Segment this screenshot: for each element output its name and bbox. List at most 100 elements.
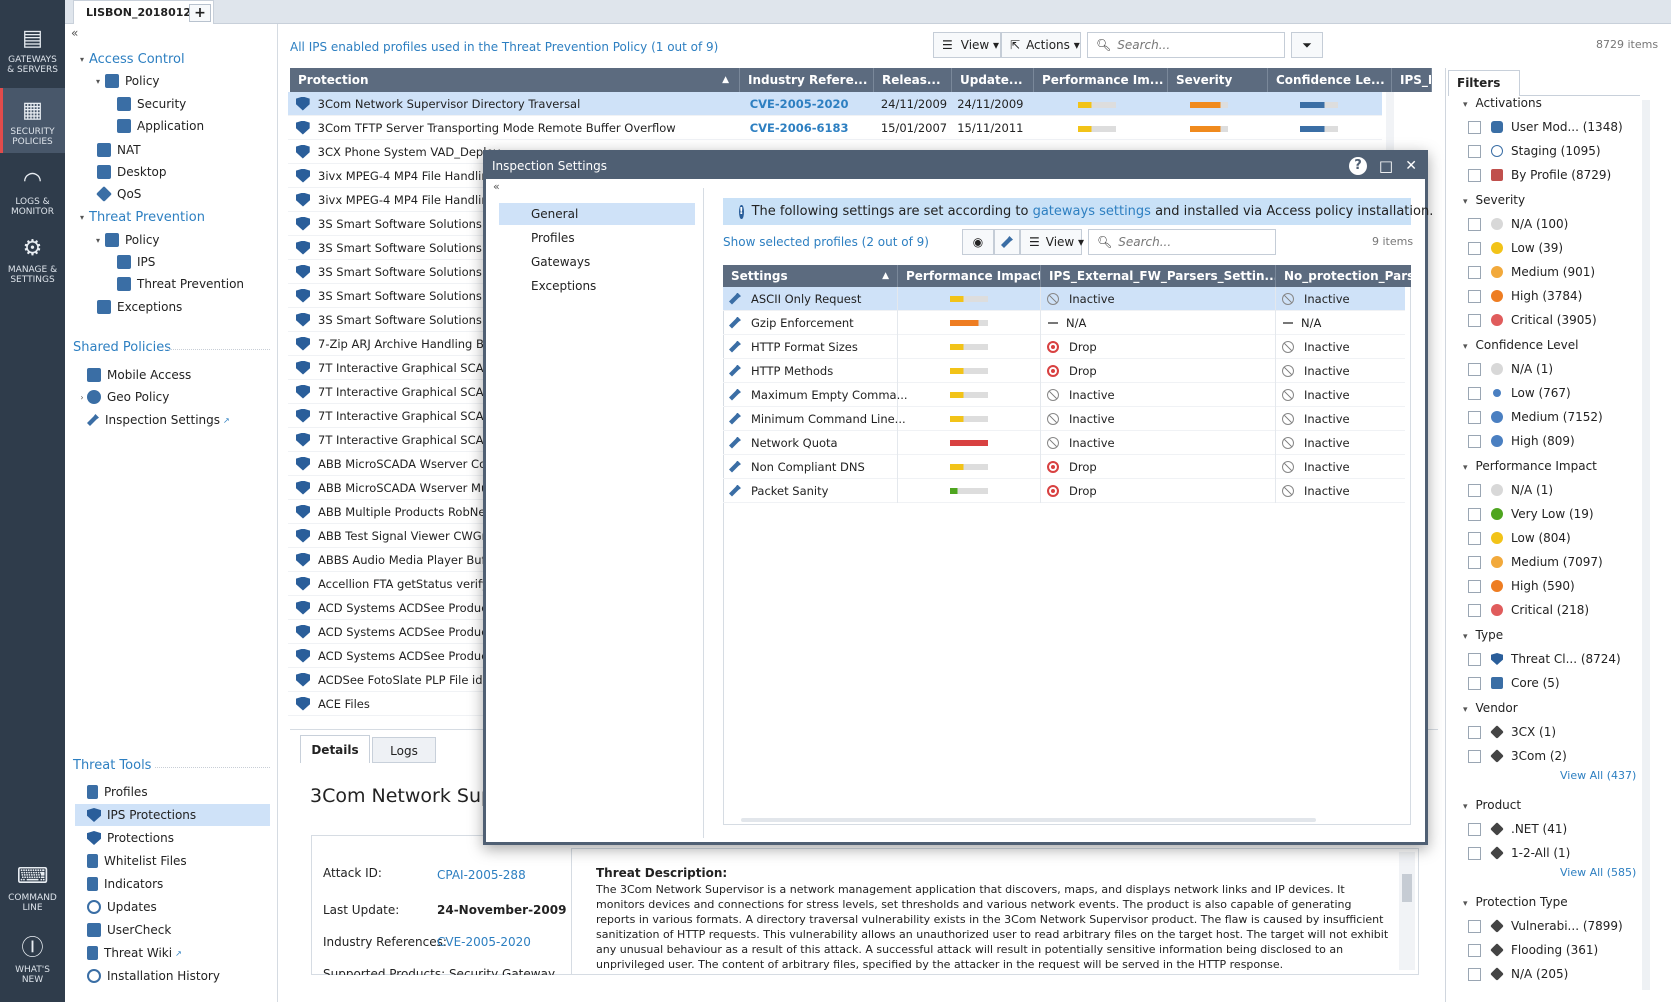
nav-whats-new[interactable]: ⓘ WHAT'S NEW [0,938,65,993]
eye-button[interactable]: ◉ [962,229,994,255]
filter-item[interactable]: Low (804) [1468,527,1571,549]
tab-details[interactable]: Details [300,735,370,763]
tool-profiles[interactable]: Profiles [87,781,148,803]
protections-search-input[interactable]: 🔍︎ Search... [1087,32,1285,58]
settings-row[interactable]: Gzip Enforcement N/A N/A [723,310,1405,335]
checkbox[interactable] [1468,652,1481,666]
settings-row[interactable]: HTTP Format Sizes Drop Inactive [723,334,1405,359]
checkbox[interactable] [1468,386,1481,400]
profiles-summary-link[interactable]: All IPS enabled profiles used in the Thr… [290,40,718,54]
checkbox[interactable] [1468,434,1481,448]
tree-tp-threat-prevention[interactable]: Threat Prevention [117,273,244,295]
checkbox[interactable] [1468,217,1481,231]
industry-reference-link[interactable]: CVE-2006-6183 [742,121,873,135]
checkbox[interactable] [1468,846,1481,860]
col-no-protection-parse[interactable]: No_protection_Parse [1276,265,1411,287]
col-ips-external-fw-parsers[interactable]: IPS_External_FW_Parsers_Settin... [1041,265,1276,287]
filter-item[interactable]: Core (5) [1468,672,1560,694]
tree-nat[interactable]: NAT [97,139,141,161]
tree-threat-prevention[interactable]: ▾ Threat Prevention [77,206,205,228]
filter-item[interactable]: N/A (100) [1468,213,1568,235]
view-all-link[interactable]: View All (585) [1560,866,1636,879]
show-selected-profiles-link[interactable]: Show selected profiles (2 out of 9) [723,235,929,249]
filter-group-performance[interactable]: Performance Impact [1463,459,1597,473]
nav-security-policies[interactable]: ▦ SECURITY POLICIES [0,88,65,153]
filter-item[interactable]: Critical (218) [1468,599,1589,621]
filter-item[interactable]: User Mod... (1348) [1468,116,1623,138]
settings-row[interactable]: HTTP Methods Drop Inactive [723,358,1405,383]
filter-item[interactable]: Threat Cl... (8724) [1468,648,1621,670]
filter-item[interactable]: .NET (41) [1468,818,1567,840]
dialog-view-button[interactable]: ☰ View ▾ [1020,229,1084,255]
checkbox[interactable] [1468,943,1481,957]
industry-reference-link[interactable]: CVE-2005-2020 [742,97,873,111]
col-industry-reference[interactable]: Industry Refere... [740,68,874,92]
checkbox[interactable] [1468,168,1481,182]
close-icon[interactable]: ✕ [1405,153,1417,179]
table-row[interactable]: 3Com TFTP Server Transporting Mode Remot… [288,116,1382,140]
tree-application[interactable]: Application [117,115,204,137]
checkbox[interactable] [1468,967,1481,981]
description-scrollbar[interactable] [1399,852,1415,970]
checkbox[interactable] [1468,120,1481,134]
tool-installation-history[interactable]: Installation History [87,965,220,987]
filter-item[interactable]: 3CX (1) [1468,721,1556,743]
checkbox[interactable] [1468,289,1481,303]
attack-id-link[interactable]: CPAI-2005-288 [437,868,526,882]
tree-desktop[interactable]: Desktop [97,161,167,183]
edit-button[interactable] [994,229,1020,255]
settings-row[interactable]: ASCII Only Request Inactive Inactive [723,286,1405,311]
col-update[interactable]: Update... [952,68,1034,92]
checkbox[interactable] [1468,144,1481,158]
col-settings[interactable]: Settings ▲ [723,265,898,287]
checkbox[interactable] [1468,265,1481,279]
settings-row[interactable]: Network Quota Inactive Inactive [723,430,1405,455]
filter-item[interactable]: Medium (7152) [1468,406,1603,428]
filters-scrollbar[interactable] [1642,100,1650,990]
tree-exceptions[interactable]: Exceptions [97,296,182,318]
filter-item[interactable]: High (3784) [1468,285,1582,307]
tool-whitelist-files[interactable]: Whitelist Files [87,850,187,872]
dialog-search-input[interactable]: 🔍︎ Search... [1088,229,1276,255]
filter-item[interactable]: N/A (1) [1468,358,1553,380]
checkbox[interactable] [1468,676,1481,690]
nav-logs-monitor[interactable]: ◠ LOGS & MONITOR [0,170,65,225]
filter-item[interactable]: Medium (7097) [1468,551,1603,573]
filter-group-activations[interactable]: Activations [1463,96,1542,110]
filter-item[interactable]: N/A (205) [1468,963,1568,985]
checkbox[interactable] [1468,919,1481,933]
checkbox[interactable] [1468,749,1481,763]
checkbox[interactable] [1468,507,1481,521]
dialog-nav-gateways[interactable]: Gateways [499,251,695,273]
settings-row[interactable]: Packet Sanity Drop Inactive [723,478,1405,503]
tool-protections[interactable]: Protections [87,827,174,849]
actions-button[interactable]: ⇱ Actions ▾ [1001,32,1081,58]
filter-item[interactable]: High (590) [1468,575,1575,597]
collapse-dialog-nav-button[interactable]: « [493,180,500,193]
checkbox[interactable] [1468,531,1481,545]
filter-item[interactable]: Staging (1095) [1468,140,1601,162]
filter-item[interactable]: N/A (1) [1468,479,1553,501]
checkbox[interactable] [1468,410,1481,424]
tool-usercheck[interactable]: UserCheck [87,919,171,941]
nav-gateways-servers[interactable]: ▤ GATEWAYS & SERVERS [0,28,65,88]
tool-updates[interactable]: Updates [87,896,157,918]
filter-group-type[interactable]: Type [1463,628,1504,642]
filter-item[interactable]: 3Com (2) [1468,745,1567,767]
gateways-settings-link[interactable]: gateways settings [1033,204,1151,219]
filter-item[interactable]: 1-2-All (1) [1468,842,1570,864]
filter-group-severity[interactable]: Severity [1463,193,1526,207]
filter-item[interactable]: Very Low (19) [1468,503,1594,525]
checkbox[interactable] [1468,579,1481,593]
settings-row[interactable]: Minimum Command Line... Inactive Inactive [723,406,1405,431]
tool-indicators[interactable]: Indicators [87,873,163,895]
scrollbar-thumb[interactable] [1402,874,1412,902]
tree-ips[interactable]: IPS [117,251,155,273]
filter-group-vendor[interactable]: Vendor [1463,701,1518,715]
new-tab-button[interactable]: + [189,4,211,22]
filter-item[interactable]: Low (39) [1468,237,1563,259]
checkbox[interactable] [1468,725,1481,739]
col-severity[interactable]: Severity [1168,68,1268,92]
help-icon[interactable]: ? [1349,157,1367,175]
col-ips-external[interactable]: IPS_Ext [1392,68,1432,92]
